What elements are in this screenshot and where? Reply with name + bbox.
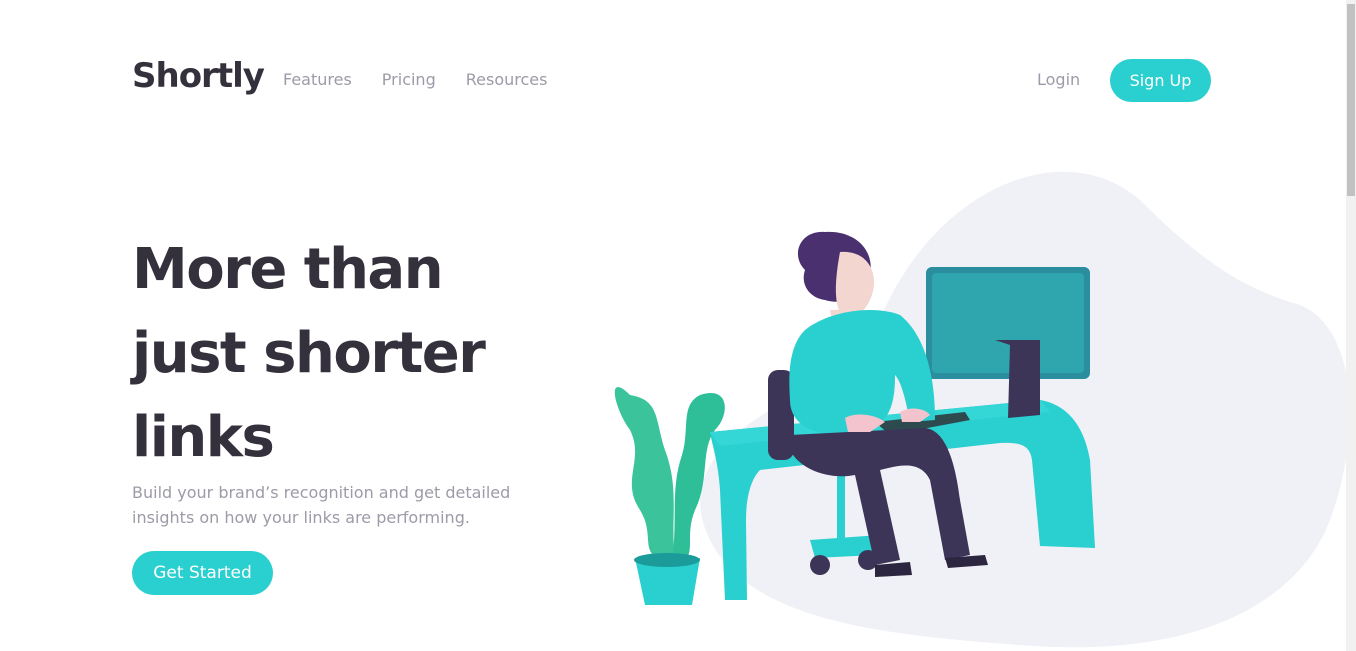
hero-subtitle-line: Build your brand’s recognition and get d… xyxy=(132,483,511,502)
nav-pricing[interactable]: Pricing xyxy=(382,70,436,89)
vertical-scrollbar[interactable] xyxy=(1346,0,1356,651)
hero-title-line: links xyxy=(132,405,275,470)
hero-title: More than just shorter links xyxy=(132,228,552,480)
nav-features[interactable]: Features xyxy=(283,70,352,89)
working-illustration xyxy=(614,171,1346,648)
nav-resources[interactable]: Resources xyxy=(466,70,548,89)
hero-title-line: More than xyxy=(132,237,444,302)
main-nav: Features Pricing Resources xyxy=(283,70,547,89)
hero-subtitle: Build your brand’s recognition and get d… xyxy=(132,480,532,530)
get-started-button[interactable]: Get Started xyxy=(132,551,273,595)
signup-button[interactable]: Sign Up xyxy=(1110,59,1211,102)
hero-title-line: just shorter xyxy=(132,321,486,386)
hero-subtitle-line: insights on how your links are performin… xyxy=(132,508,470,527)
page: Shortly Features Pricing Resources Login… xyxy=(0,0,1346,651)
login-link[interactable]: Login xyxy=(1037,70,1080,89)
scrollbar-thumb[interactable] xyxy=(1347,4,1355,196)
logo[interactable]: Shortly xyxy=(132,56,265,96)
